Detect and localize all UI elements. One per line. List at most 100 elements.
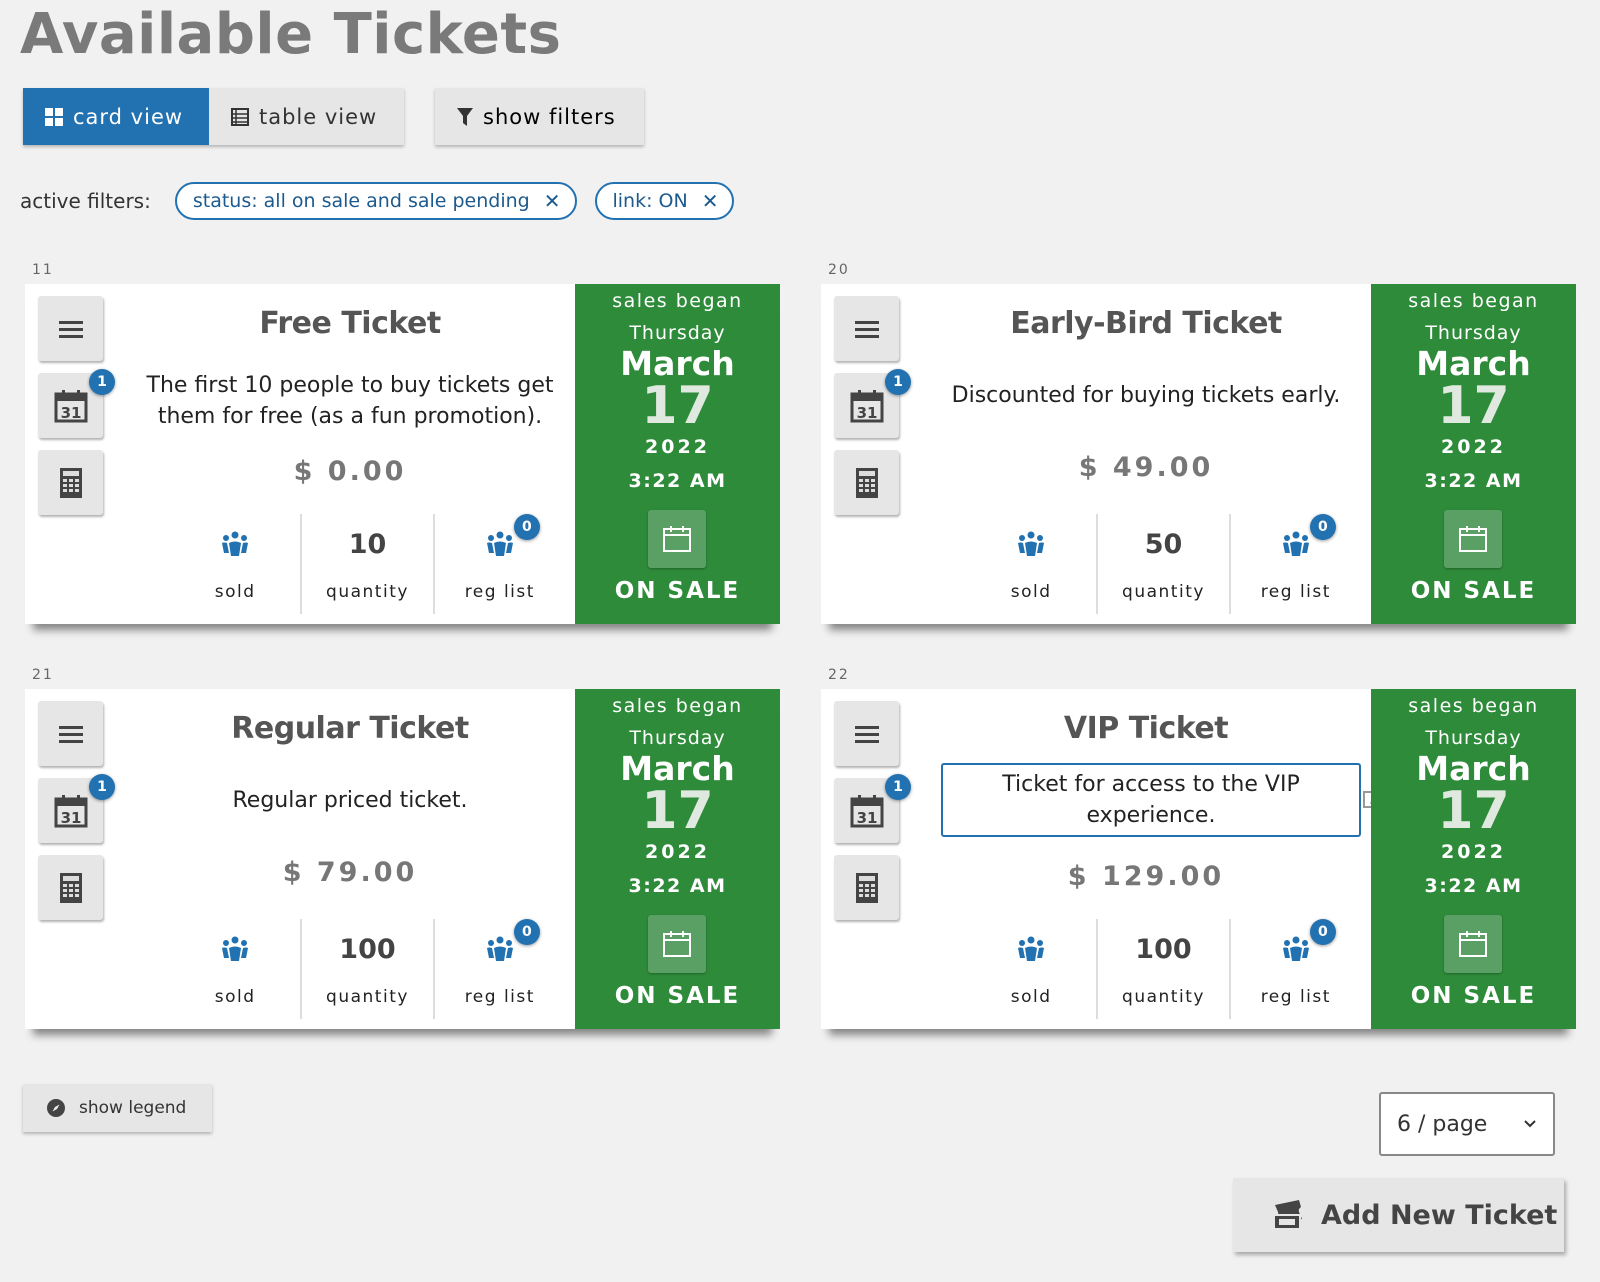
datetimes-button[interactable]: 31 1: [38, 369, 115, 438]
stat-sold: sold: [966, 919, 1096, 1019]
sale-status: ON SALE: [614, 578, 741, 604]
stat-sold-label: sold: [214, 582, 256, 602]
calculator-icon: [59, 872, 82, 903]
people-icon[interactable]: [1282, 936, 1310, 962]
stat-sold-label: sold: [1010, 987, 1052, 1007]
people-icon[interactable]: [221, 531, 249, 557]
ticket-id: 22: [828, 667, 850, 683]
show-legend-button[interactable]: show legend: [23, 1084, 212, 1132]
stat-sold: sold: [966, 514, 1096, 614]
ticket-actions: 31 1: [821, 284, 921, 624]
svg-text:31: 31: [856, 404, 877, 422]
reg-list-badge: 0: [1309, 514, 1336, 540]
ticket-description[interactable]: The first 10 people to buy tickets get t…: [135, 370, 565, 432]
calendar-icon: [663, 526, 691, 552]
quantity-value[interactable]: 100: [1135, 934, 1191, 965]
edit-dates-button[interactable]: [1444, 915, 1502, 973]
per-page-select[interactable]: 6 / page: [1379, 1092, 1555, 1156]
people-icon[interactable]: [1282, 531, 1310, 557]
filter-chip-text: link: ON: [612, 190, 688, 212]
menu-button[interactable]: [38, 701, 103, 766]
sales-date: 17: [1437, 781, 1510, 841]
ticket-name[interactable]: VIP Ticket: [921, 711, 1371, 746]
people-icon[interactable]: [486, 531, 514, 557]
ticket-card: 11 31 1 Free Ticket The first 10 people …: [25, 262, 780, 624]
datetimes-button[interactable]: 31 1: [834, 369, 911, 438]
stat-quantity: 100 quantity: [300, 919, 432, 1019]
edit-dates-button[interactable]: [648, 510, 706, 568]
menu-button[interactable]: [834, 296, 899, 361]
add-new-ticket-label: Add New Ticket: [1321, 1199, 1558, 1231]
calculator-button[interactable]: [38, 855, 103, 920]
sales-day: Thursday: [1425, 322, 1522, 344]
stat-sold-label: sold: [1010, 582, 1052, 602]
stat-reg-list: 0 reg list: [1228, 919, 1361, 1019]
ticket-details: Regular Ticket Regular priced ticket. $ …: [125, 689, 575, 1029]
edit-dates-button[interactable]: [1444, 510, 1502, 568]
sales-status-panel: sales began Thursday March 17 2022 3:22 …: [575, 689, 780, 1029]
calculator-button[interactable]: [834, 855, 899, 920]
grid-icon: [45, 107, 63, 126]
calculator-icon: [855, 872, 878, 903]
ticket-card: 21 31 1 Regular Ticket Regular priced ti…: [25, 667, 780, 1029]
calculator-button[interactable]: [834, 450, 899, 515]
filter-chip-status: status: all on sale and sale pending ✕: [174, 182, 577, 220]
edit-dates-button[interactable]: [648, 915, 706, 973]
calculator-button[interactable]: [38, 450, 103, 515]
stat-sold: sold: [170, 514, 300, 614]
ticket-card-body: 31 1 Early-Bird Ticket Discounted for bu…: [821, 284, 1576, 624]
svg-text:31: 31: [856, 809, 877, 827]
ticket-name[interactable]: Early-Bird Ticket: [921, 306, 1371, 341]
sales-time: 3:22 AM: [1424, 875, 1523, 897]
svg-text:31: 31: [60, 809, 81, 827]
ticket-id: 20: [828, 262, 850, 278]
quantity-value[interactable]: 50: [1145, 529, 1183, 560]
sales-year: 2022: [645, 436, 710, 458]
tickets-icon: [1273, 1200, 1302, 1230]
stat-quantity-label: quantity: [326, 582, 409, 602]
ticket-price[interactable]: $ 129.00: [921, 861, 1371, 892]
sales-began-label: sales began: [612, 290, 743, 312]
calendar-31-icon: 31: [54, 389, 87, 422]
sales-date: 17: [641, 781, 714, 841]
quantity-value[interactable]: 10: [349, 529, 387, 560]
close-icon[interactable]: ✕: [702, 191, 719, 211]
quantity-value[interactable]: 100: [339, 934, 395, 965]
calculator-icon: [59, 467, 82, 498]
ticket-price[interactable]: $ 0.00: [125, 456, 575, 487]
ticket-name[interactable]: Regular Ticket: [125, 711, 575, 746]
filter-chip-link: link: ON ✕: [594, 182, 735, 220]
card-view-label: card view: [73, 104, 184, 129]
people-icon[interactable]: [1017, 531, 1045, 557]
table-view-button[interactable]: table view: [209, 88, 404, 145]
reg-list-badge: 0: [513, 514, 540, 540]
people-icon[interactable]: [221, 936, 249, 962]
ticket-price[interactable]: $ 49.00: [921, 452, 1371, 483]
active-filters-label: active filters:: [20, 189, 151, 213]
menu-button[interactable]: [834, 701, 899, 766]
datetimes-badge: 1: [885, 369, 911, 395]
people-icon[interactable]: [1017, 936, 1045, 962]
svg-text:31: 31: [60, 404, 81, 422]
sale-status: ON SALE: [1410, 983, 1537, 1009]
people-icon[interactable]: [486, 936, 514, 962]
ticket-description[interactable]: Ticket for access to the VIP experience.: [941, 763, 1361, 837]
hamburger-icon: [854, 725, 879, 743]
datetimes-button[interactable]: 31 1: [38, 774, 115, 843]
add-new-ticket-button[interactable]: Add New Ticket: [1233, 1178, 1564, 1252]
stat-reg-list: 0 reg list: [432, 514, 565, 614]
menu-button[interactable]: [38, 296, 103, 361]
close-icon[interactable]: ✕: [544, 191, 561, 211]
ticket-description[interactable]: Discounted for buying tickets early.: [931, 380, 1361, 411]
datetimes-button[interactable]: 31 1: [834, 774, 911, 843]
show-filters-button[interactable]: show filters: [435, 88, 644, 145]
card-view-button[interactable]: card view: [23, 88, 209, 145]
filter-chip-text: status: all on sale and sale pending: [192, 190, 530, 212]
sales-time: 3:22 AM: [628, 875, 727, 897]
ticket-name[interactable]: Free Ticket: [125, 306, 575, 341]
table-view-label: table view: [259, 104, 378, 129]
sales-year: 2022: [1441, 841, 1506, 863]
ticket-description[interactable]: Regular priced ticket.: [135, 785, 565, 816]
ticket-price[interactable]: $ 79.00: [125, 857, 575, 888]
ticket-id: 21: [32, 667, 54, 683]
